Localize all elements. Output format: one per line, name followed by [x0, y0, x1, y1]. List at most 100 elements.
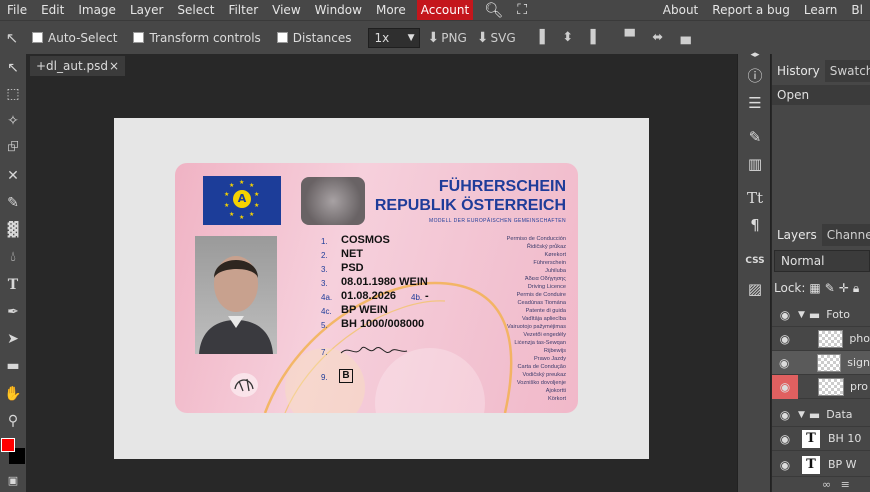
close-icon[interactable]: ×: [109, 56, 119, 76]
pen-tool-icon[interactable]: ✒: [0, 300, 26, 324]
eye-icon[interactable]: ◉: [772, 356, 797, 370]
eye-icon[interactable]: ◉: [772, 308, 798, 322]
text-panel-icon[interactable]: Tt: [738, 185, 772, 211]
quick-mask-icon[interactable]: ▣: [0, 468, 26, 492]
css-icon[interactable]: CSS: [738, 248, 772, 274]
healing-tool-icon[interactable]: ✕: [0, 164, 26, 188]
hand-tool-icon[interactable]: ✋: [0, 382, 26, 406]
link-icon[interactable]: ∞: [822, 478, 831, 491]
menu-about[interactable]: About: [656, 0, 705, 20]
menu-report-bug[interactable]: Report a bug: [705, 0, 797, 20]
blur-tool-icon[interactable]: 💧︎: [0, 245, 26, 269]
menu-blog[interactable]: Bl: [844, 0, 870, 20]
type-tool-icon[interactable]: T: [0, 273, 26, 297]
eye-icon[interactable]: ◉: [772, 408, 798, 422]
field-number: 4b.: [411, 293, 423, 302]
marquee-tool-icon[interactable]: ⬚: [0, 82, 26, 106]
label-line: Liċenzja tas-Sewqan: [514, 340, 566, 346]
field-authority: BP WEIN: [341, 304, 388, 316]
layer-row[interactable]: ◉ T BH 10: [772, 427, 870, 451]
character-panel-icon[interactable]: ▥: [738, 151, 772, 177]
checkbox-box[interactable]: [276, 32, 288, 43]
menu-file[interactable]: File: [0, 0, 34, 20]
document-tabs: +dl_aut.psd ×: [26, 54, 736, 76]
menu-edit[interactable]: Edit: [34, 0, 71, 20]
menu-more[interactable]: More: [369, 0, 413, 20]
auto-select-checkbox[interactable]: Auto-Select: [32, 31, 117, 45]
align-center-h-icon[interactable]: ⬍: [560, 30, 576, 46]
export-png-label: PNG: [441, 30, 467, 45]
auto-select-label: Auto-Select: [48, 30, 118, 45]
eye-icon[interactable]: ◉: [772, 374, 798, 399]
layer-name: Data: [826, 408, 853, 421]
align-center-v-icon[interactable]: ⬌: [650, 30, 666, 46]
blend-mode-select[interactable]: Normal: [774, 250, 870, 272]
menu-image[interactable]: Image: [71, 0, 123, 20]
eye-icon[interactable]: ◉: [772, 332, 798, 346]
chevron-down-icon[interactable]: ▼: [798, 410, 805, 420]
document-tab[interactable]: +dl_aut.psd ×: [30, 56, 125, 76]
align-top-icon[interactable]: ▀: [622, 30, 638, 46]
effects-icon[interactable]: ≡: [841, 478, 850, 491]
move-tool-icon[interactable]: ↖: [0, 56, 26, 80]
tab-layers[interactable]: Layers: [772, 224, 822, 246]
menu-layer[interactable]: Layer: [123, 0, 170, 20]
eye-icon[interactable]: ◉: [772, 432, 798, 446]
tab-history[interactable]: History: [772, 60, 825, 82]
align-bottom-icon[interactable]: ▄: [678, 30, 694, 46]
layer-row[interactable]: ◉ pho: [772, 327, 870, 351]
adjustments-icon[interactable]: ☰: [738, 90, 772, 116]
star-icon: ★: [254, 202, 260, 209]
layer-name: pho: [849, 332, 870, 345]
export-svg-button[interactable]: ⬇ SVG: [477, 30, 516, 46]
collapse-icon[interactable]: ◂▸: [738, 48, 772, 62]
canvas[interactable]: ★ ★ ★ ★ ★ ★ ★ ★ ★ ★ A FÜHRERSCHEIN REPUB…: [114, 118, 649, 459]
align-left-icon[interactable]: ▐: [532, 30, 548, 46]
foreground-color-swatch[interactable]: [1, 438, 15, 452]
layer-name: BH 10: [828, 432, 862, 445]
distances-checkbox[interactable]: Distances: [276, 31, 352, 45]
tab-swatches[interactable]: Swatch: [825, 60, 870, 82]
menu-view[interactable]: View: [265, 0, 307, 20]
crop-tool-icon[interactable]: ⮺: [0, 136, 26, 160]
zoom-tool-icon[interactable]: ⚲: [0, 409, 26, 433]
info-icon[interactable]: ⓘ: [738, 62, 772, 88]
brush-settings-icon[interactable]: ✎: [738, 124, 772, 150]
zoom-select[interactable]: 1x ▼: [367, 27, 420, 48]
menu-filter[interactable]: Filter: [221, 0, 265, 20]
history-item-open[interactable]: Open: [772, 85, 870, 105]
export-png-button[interactable]: ⬇ PNG: [428, 30, 467, 46]
magic-wand-icon[interactable]: ✧: [0, 109, 26, 133]
eye-icon[interactable]: ◉: [772, 458, 798, 472]
layer-row[interactable]: ◉ pro: [772, 374, 870, 399]
menu-window[interactable]: Window: [308, 0, 369, 20]
path-select-icon[interactable]: ➤: [0, 327, 26, 351]
layer-row[interactable]: ◉ ▼ ▬ Data: [772, 403, 870, 427]
gradient-tool-icon[interactable]: ▓: [0, 218, 26, 242]
lock-all-icon[interactable]: 🔒︎: [853, 281, 859, 296]
brush-tool-icon[interactable]: ✎: [0, 191, 26, 215]
lock-move-icon[interactable]: ✛: [839, 281, 849, 295]
search-icon[interactable]: 🔍︎: [477, 0, 510, 20]
lock-brush-icon[interactable]: ✎: [825, 281, 835, 295]
layer-row[interactable]: ◉ sign: [772, 351, 870, 375]
checkbox-box[interactable]: [133, 32, 145, 43]
tab-channels[interactable]: Channe: [822, 224, 870, 246]
menu-learn[interactable]: Learn: [797, 0, 845, 20]
menu-select[interactable]: Select: [170, 0, 221, 20]
layer-row[interactable]: ◉ T BP W: [772, 453, 870, 477]
image-icon[interactable]: ▨: [738, 276, 772, 302]
label-line: Körkort: [547, 396, 566, 402]
chevron-down-icon[interactable]: ▼: [798, 310, 805, 320]
align-right-icon[interactable]: ▌: [588, 30, 604, 46]
fullscreen-icon[interactable]: ⛶: [510, 0, 534, 20]
lock-transparency-icon[interactable]: ▦: [809, 281, 820, 295]
paragraph-icon[interactable]: ¶: [738, 212, 772, 238]
workspace[interactable]: ★ ★ ★ ★ ★ ★ ★ ★ ★ ★ A FÜHRERSCHEIN REPUB…: [26, 76, 736, 492]
layer-row[interactable]: ◉ ▼ ▬ Foto: [772, 303, 870, 327]
account-button[interactable]: Account: [416, 0, 474, 20]
label-line: Řidičský průkaz: [526, 244, 566, 250]
transform-controls-checkbox[interactable]: Transform controls: [133, 31, 261, 45]
checkbox-box[interactable]: [32, 32, 43, 43]
shape-tool-icon[interactable]: ▬: [0, 354, 26, 378]
